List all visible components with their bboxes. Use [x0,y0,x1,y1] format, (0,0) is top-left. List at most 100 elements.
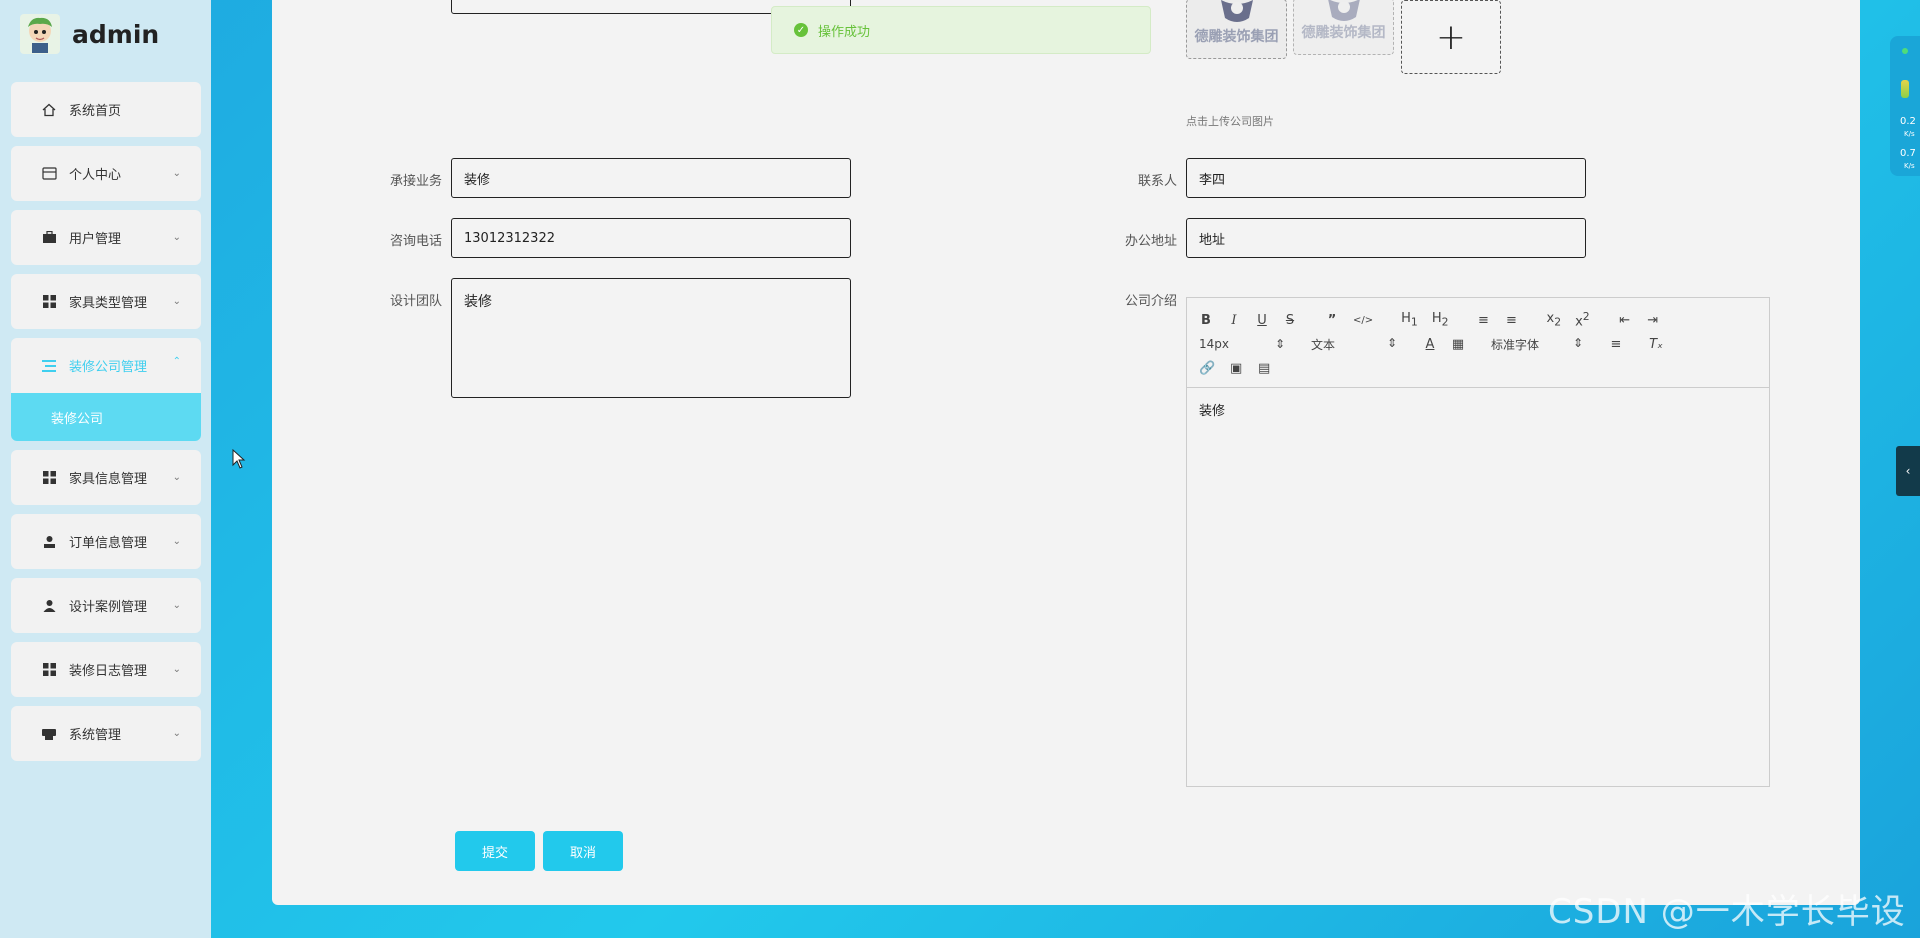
image-icon[interactable]: ▣ [1229,361,1243,376]
italic-button[interactable]: I [1227,313,1241,328]
sidebar-item-label: 订单信息管理 [69,536,148,551]
submenu: 装修公司 [11,393,201,441]
success-toast: ✓ 操作成功 [771,6,1151,54]
sidebar-item-company[interactable]: 装修公司管理 ⌃ [11,338,201,393]
submit-button[interactable]: 提交 [455,831,535,871]
font-color-icon[interactable]: A [1423,337,1437,352]
collapse-panel-button[interactable]: ‹ [1896,446,1920,496]
sidebar-item-furniture-info[interactable]: 家具信息管理 ⌄ [11,450,201,505]
align-icon[interactable]: ≡ [1609,337,1623,352]
chevron-down-icon: ⌄ [172,728,181,739]
business-field[interactable]: 装修 [451,158,851,198]
subscript-button[interactable]: x2 [1546,311,1561,329]
grid-icon [41,294,57,310]
list-icon [41,358,57,374]
address-field[interactable]: 地址 [1186,218,1586,258]
sidebar-item-label: 用户管理 [69,232,122,247]
sidebar-item-design-cases[interactable]: 设计案例管理 ⌄ [11,578,201,633]
editor-toolbar: B I U S ” </> H1 H2 ≡ ≡ x2 x2 ⇤ ⇥ 14px ⇕ … [1187,298,1769,388]
sidebar-item-profile[interactable]: 个人中心 ⌄ [11,146,201,201]
sidebar-item-label: 家具类型管理 [69,296,148,311]
contact-field[interactable]: 李四 [1186,158,1586,198]
sidebar-item-label: 个人中心 [69,168,122,183]
link-icon[interactable]: 🔗 [1199,361,1215,376]
sidebar-item-label: 家具信息管理 [69,472,148,487]
code-icon[interactable]: </> [1353,315,1373,326]
contact-label: 联系人 [1137,174,1177,189]
phone-label: 咨询电话 [389,234,442,249]
h1-button[interactable]: H1 [1401,311,1418,329]
sidebar-item-label: 装修公司管理 [69,360,148,375]
chevron-down-icon: ⌄ [172,296,181,307]
briefcase-icon [41,230,57,246]
text-style-value: 文本 [1311,337,1336,352]
chevron-up-icon: ⌃ [172,356,181,367]
quote-icon[interactable]: ” [1325,313,1339,328]
bold-button[interactable]: B [1199,313,1213,328]
person-icon [41,534,57,550]
select-arrows-icon: ⇕ [1572,335,1583,350]
font-size-select[interactable]: 14px ⇕ [1199,337,1285,351]
superscript-button[interactable]: x2 [1575,310,1590,329]
thumb-logo-text: 德雕装饰集团 [1301,25,1386,41]
grid-icon [41,470,57,486]
chevron-down-icon: ⌄ [172,600,181,611]
sidebar-item-orders[interactable]: 订单信息管理 ⌄ [11,514,201,569]
sidebar-item-label: 系统管理 [69,728,122,743]
chevron-down-icon: ⌄ [172,168,181,179]
sidebar-item-label: 装修日志管理 [69,664,148,679]
ordered-list-icon[interactable]: ≡ [1476,313,1490,328]
upload-speed: 0.2 [1900,116,1916,127]
strike-button[interactable]: S [1283,313,1297,328]
underline-button[interactable]: U [1255,313,1269,328]
gauge-icon [1901,80,1909,98]
sidebar-item-system[interactable]: 系统管理 ⌄ [11,706,201,761]
home-icon [41,102,57,118]
username: admin [72,19,160,49]
shield-logo-icon [1328,0,1360,21]
indent-icon[interactable]: ⇥ [1646,313,1660,328]
chevron-down-icon: ⌄ [172,472,181,483]
plus-icon: + [1435,16,1467,58]
sidebar-item-furniture-type[interactable]: 家具类型管理 ⌄ [11,274,201,329]
download-speed: 0.7 [1900,148,1916,159]
business-label: 承接业务 [389,174,442,189]
chevron-down-icon: ⌄ [172,232,181,243]
mouse-cursor-icon [232,448,246,473]
bullet-list-icon[interactable]: ≡ [1504,313,1518,328]
speed-unit: K/s [1904,162,1915,170]
company-image-thumb[interactable]: 德雕装饰集团 [1186,0,1287,59]
card-icon [41,166,57,182]
avatar[interactable] [20,14,60,54]
upload-add-button[interactable]: + [1401,0,1501,74]
text-style-select[interactable]: 文本 ⇕ [1311,336,1397,353]
person-icon [41,598,57,614]
team-label: 设计团队 [389,294,442,309]
video-icon[interactable]: ▤ [1257,361,1271,376]
sidebar-item-logs[interactable]: 装修日志管理 ⌄ [11,642,201,697]
submenu-item-company[interactable]: 装修公司 [11,393,201,441]
company-image-thumb-2[interactable]: 德雕装饰集团 [1293,0,1394,55]
select-arrows-icon: ⇕ [1386,335,1397,350]
chevron-down-icon: ⌄ [172,536,181,547]
printer-icon [41,726,57,742]
h2-button[interactable]: H2 [1432,311,1449,329]
team-textarea[interactable]: 装修 [451,278,851,398]
sidebar-menu: 系统首页 个人中心 ⌄ 用户管理 ⌄ 家具类型管理 ⌄ 装修公司管理 ⌃ 装修公… [11,82,201,770]
phone-field[interactable]: 13012312322 [451,218,851,258]
network-speed-widget[interactable]: 0.2 K/s 0.7 K/s [1890,36,1920,176]
outdent-icon[interactable]: ⇤ [1618,313,1632,328]
font-size-value: 14px [1199,337,1229,351]
shield-logo-icon [1221,0,1253,22]
editor-content[interactable]: 装修 [1187,388,1769,431]
address-label: 办公地址 [1124,234,1177,249]
sidebar-item-users[interactable]: 用户管理 ⌄ [11,210,201,265]
sidebar-item-home[interactable]: 系统首页 [11,82,201,137]
upload-hint: 点击上传公司图片 [1186,115,1274,128]
clear-format-icon[interactable]: Tₓ [1649,337,1663,352]
cancel-button[interactable]: 取消 [543,831,623,871]
background-color-icon[interactable]: ▦ [1451,337,1465,352]
font-family-select[interactable]: 标准字体 ⇕ [1491,336,1583,353]
sidebar-item-label: 系统首页 [69,104,122,119]
font-family-value: 标准字体 [1491,337,1540,352]
